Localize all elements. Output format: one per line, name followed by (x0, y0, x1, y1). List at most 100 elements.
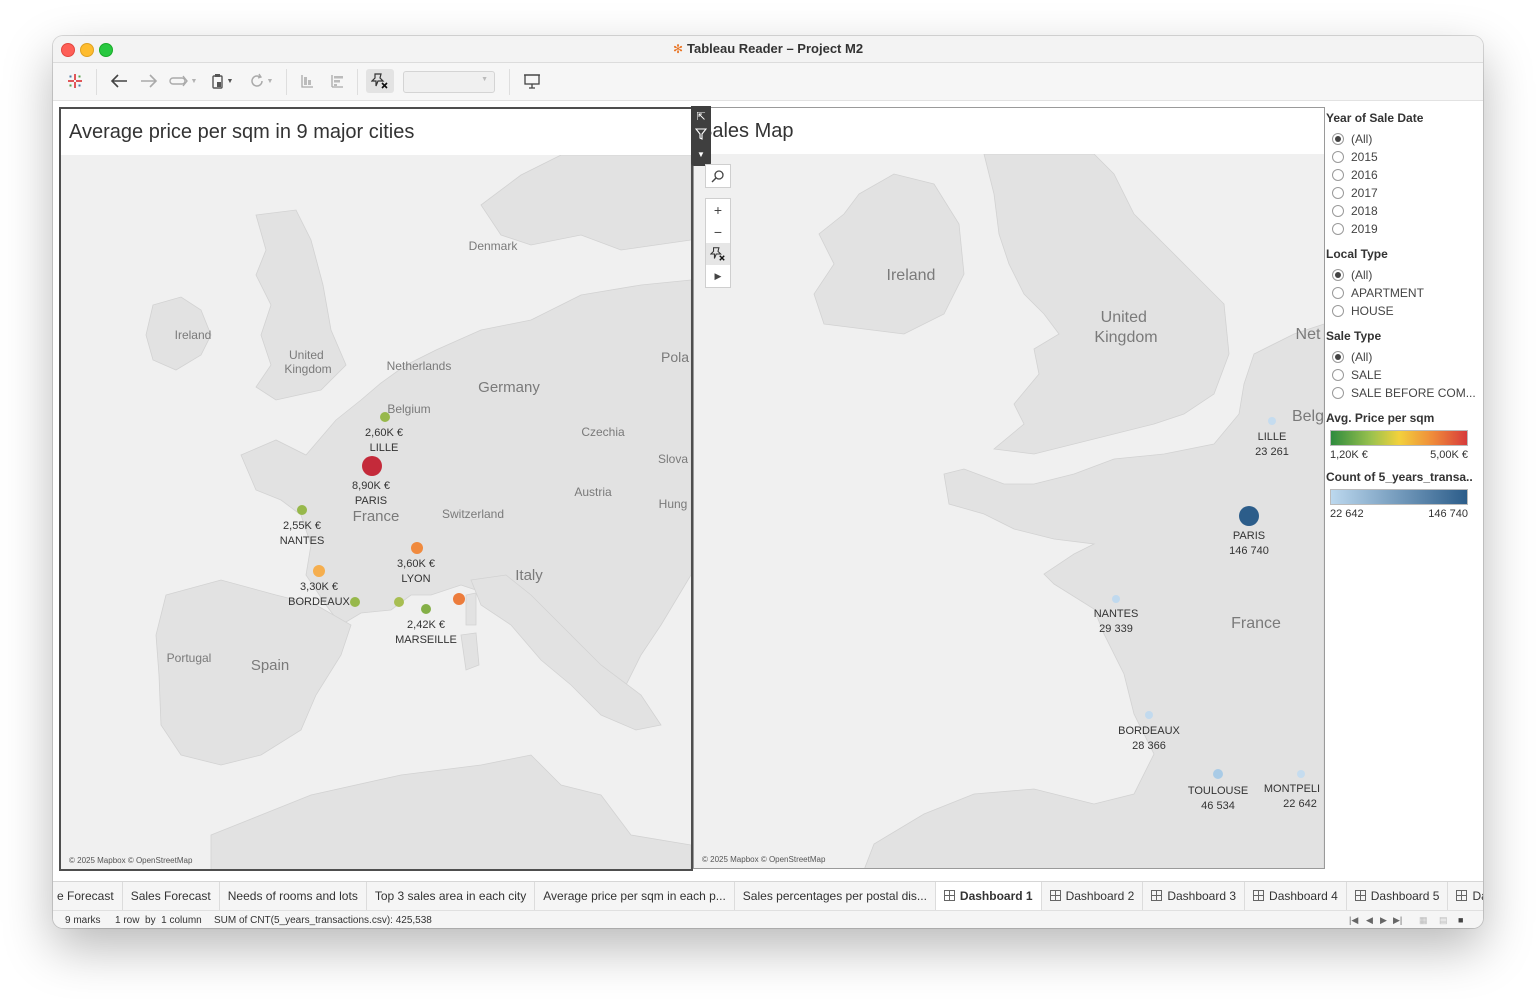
toolbar: ▼ ▼ ▼ ▼ (53, 63, 1483, 101)
price-legend-gradient (1330, 430, 1468, 446)
mark-montpellier[interactable] (394, 597, 404, 607)
radio-icon[interactable] (1332, 351, 1344, 363)
last-page-icon[interactable]: ▶| (1393, 915, 1402, 926)
radio-icon[interactable] (1332, 151, 1344, 163)
corsica-landmass (465, 592, 477, 626)
radio-icon[interactable] (1332, 223, 1344, 235)
tab-label: Dashboard 1 (959, 889, 1033, 903)
search-icon[interactable] (706, 165, 730, 187)
back-icon[interactable] (106, 69, 132, 93)
sale-type-option-all[interactable]: (All) (1326, 348, 1476, 366)
clear-highlight-pin-icon[interactable] (366, 69, 394, 93)
year-option-2018[interactable]: 2018 (1326, 202, 1476, 220)
mark-bordeaux[interactable] (313, 565, 325, 577)
mark-lille[interactable] (380, 412, 390, 422)
mark-nantes[interactable] (1112, 595, 1120, 603)
zoom-in-icon[interactable]: + (706, 199, 730, 221)
mark-nantes[interactable] (297, 505, 307, 515)
expand-arrow-icon[interactable]: ▶ (706, 265, 730, 287)
radio-icon[interactable] (1332, 205, 1344, 217)
zoom-out-icon[interactable]: − (706, 221, 730, 243)
open-sheet-icon[interactable]: ⇱ (693, 109, 709, 125)
sale-type-option-label: SALE BEFORE COM... (1351, 386, 1476, 400)
mark-paris[interactable] (362, 456, 382, 476)
tab-dashboard-5[interactable]: Dashboard 5 (1347, 882, 1449, 910)
avg-price-map-panel[interactable]: Average price per sqm in 9 major cities (59, 107, 693, 871)
mark-lyon[interactable] (411, 542, 423, 554)
previous-page-icon[interactable]: ◀ (1366, 915, 1373, 926)
tab-dashboard-2[interactable]: Dashboard 2 (1042, 882, 1144, 910)
presentation-icon[interactable] (519, 69, 545, 93)
sales-map-panel[interactable]: Sales Map Ireland United Kingdom Net Bel… (693, 107, 1325, 869)
toulouse-name-label: TOULOUSE (1188, 785, 1248, 797)
local-type-option-house[interactable]: HOUSE (1326, 302, 1476, 320)
sort-ascending-icon[interactable] (295, 69, 319, 93)
forward-icon[interactable] (136, 69, 162, 93)
tab-top-3-sales-area[interactable]: Top 3 sales area in each city (367, 882, 536, 910)
tab-needs-of-rooms[interactable]: Needs of rooms and lots (220, 882, 367, 910)
mark-paris[interactable] (1239, 506, 1259, 526)
year-option-2015[interactable]: 2015 (1326, 148, 1476, 166)
filmstrip-view-icon[interactable]: ▤ (1439, 915, 1448, 926)
filter-icon[interactable] (693, 128, 709, 144)
radio-icon[interactable] (1332, 369, 1344, 381)
tab-sales-forecast[interactable]: Sales Forecast (123, 882, 220, 910)
mark-toulouse[interactable] (350, 597, 360, 607)
tab-average-price[interactable]: Average price per sqm in each p... (535, 882, 735, 910)
highlight-select[interactable]: ▼ (403, 71, 495, 93)
radio-icon[interactable] (1332, 133, 1344, 145)
refresh-icon[interactable]: ▼ (243, 69, 279, 93)
map-search-control[interactable] (705, 164, 731, 188)
tabs-view-icon[interactable]: ■ (1458, 915, 1463, 925)
avg-price-map-svg: Denmark Ireland United Kingdom Netherlan… (61, 155, 691, 869)
radio-icon[interactable] (1332, 269, 1344, 281)
label-slovakia: Slova (658, 452, 688, 466)
tableau-logo-icon[interactable] (63, 69, 87, 93)
tab-forecast[interactable]: e Forecast (53, 882, 123, 910)
radio-icon[interactable] (1332, 387, 1344, 399)
count-legend-max: 146 740 (1428, 508, 1468, 520)
mark-montpellier[interactable] (1297, 770, 1305, 778)
paris-name-label: PARIS (355, 495, 387, 507)
tab-dashboard-6[interactable]: Dashboard 6 (1448, 882, 1483, 910)
year-option-all[interactable]: (All) (1326, 130, 1476, 148)
tab-label: Sales percentages per postal dis... (742, 889, 927, 903)
mark-lille[interactable] (1268, 417, 1276, 425)
label-czechia: Czechia (581, 425, 625, 439)
more-options-icon[interactable]: ▼ (693, 147, 709, 163)
mark-marseille[interactable] (421, 604, 431, 614)
reset-pin-icon[interactable] (706, 243, 730, 265)
tab-sales-percentages[interactable]: Sales percentages per postal dis... (735, 882, 936, 910)
local-type-option-all[interactable]: (All) (1326, 266, 1476, 284)
radio-icon[interactable] (1332, 305, 1344, 317)
radio-icon[interactable] (1332, 169, 1344, 181)
label-poland: Pola (661, 349, 689, 365)
status-bar: 9 marks 1 row by 1 column SUM of CNT(5_y… (53, 910, 1483, 928)
first-page-icon[interactable]: |◀ (1349, 915, 1358, 926)
next-page-icon[interactable]: ▶ (1380, 915, 1387, 926)
year-option-2017[interactable]: 2017 (1326, 184, 1476, 202)
mark-nice[interactable] (453, 593, 465, 605)
sale-type-option-sale[interactable]: SALE (1326, 366, 1476, 384)
tab-label: e Forecast (57, 889, 114, 903)
sale-type-option-before-completion[interactable]: SALE BEFORE COM... (1326, 384, 1476, 402)
sales-map[interactable]: Ireland United Kingdom Net Belg France L… (694, 154, 1324, 868)
radio-icon[interactable] (1332, 287, 1344, 299)
radio-icon[interactable] (1332, 187, 1344, 199)
sort-descending-icon[interactable] (325, 69, 349, 93)
label-italy: Italy (515, 567, 543, 584)
lille-name-label: LILLE (1258, 431, 1287, 443)
year-option-2016[interactable]: 2016 (1326, 166, 1476, 184)
local-type-option-apartment[interactable]: APARTMENT (1326, 284, 1476, 302)
count-legend: Count of 5_years_transa.. 22 642 146 740 (1326, 470, 1476, 520)
year-option-2019[interactable]: 2019 (1326, 220, 1476, 238)
mark-bordeaux[interactable] (1145, 711, 1153, 719)
avg-price-map[interactable]: Denmark Ireland United Kingdom Netherlan… (61, 155, 691, 869)
tab-dashboard-4[interactable]: Dashboard 4 (1245, 882, 1347, 910)
redo-dropdown-icon[interactable]: ▼ (165, 69, 201, 93)
tab-dashboard-1[interactable]: Dashboard 1 (935, 882, 1042, 910)
tab-dashboard-3[interactable]: Dashboard 3 (1143, 882, 1246, 910)
data-source-icon[interactable]: ▼ (205, 69, 239, 93)
grid-view-icon[interactable]: ▦ (1419, 915, 1428, 926)
mark-toulouse[interactable] (1213, 769, 1223, 779)
